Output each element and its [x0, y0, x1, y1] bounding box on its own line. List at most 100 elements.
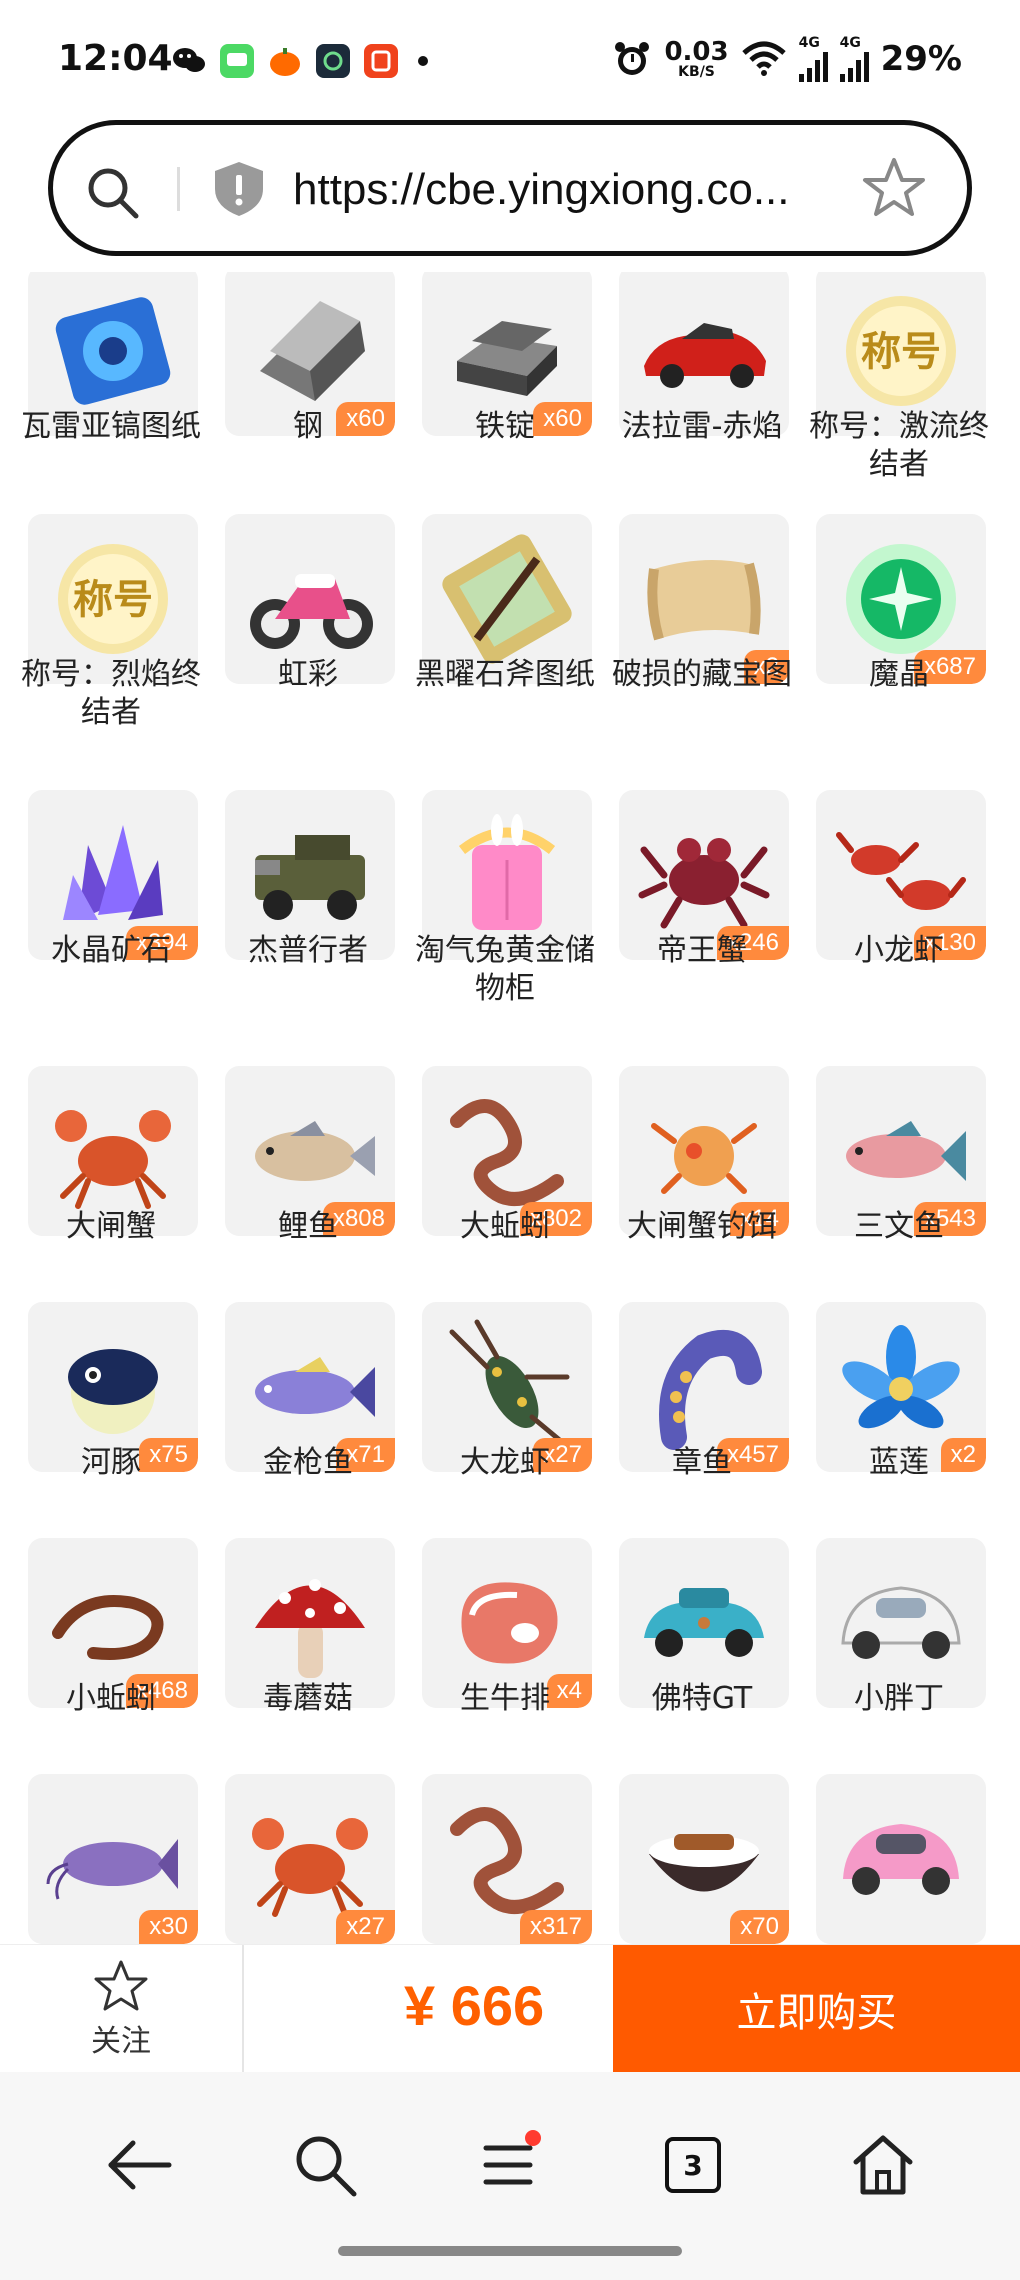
search-icon [296, 2136, 357, 2197]
item-name: 杰普行者 [248, 933, 368, 968]
item-thumbnail[interactable]: x70 [619, 1774, 789, 1944]
lobster-icon [449, 1319, 570, 1445]
title-badge-icon: 称号 [58, 544, 168, 654]
speed-unit: KB/S [678, 64, 715, 80]
item-name: 蓝莲 [869, 1445, 929, 1480]
mushroom-icon [255, 1579, 365, 1678]
menu-notification-dot [525, 2130, 541, 2146]
item-name: 黑曜石斧图纸 [415, 657, 595, 692]
status-right: 0.03 KB/S 4G 4G 29% [612, 36, 962, 82]
item-name: 金枪鱼 [263, 1445, 353, 1480]
back-arrow-icon [108, 2140, 172, 2190]
crayfish-icon [836, 832, 966, 910]
item-name: 帝王蟹 [657, 933, 747, 968]
item-name: 佛特GT [651, 1681, 753, 1716]
back-button[interactable] [94, 2120, 184, 2210]
quantity-badge: x27 [336, 1910, 395, 1944]
item-thumbnail[interactable]: x30 [28, 1774, 198, 1944]
magic-crystal-icon [846, 544, 956, 654]
item-name: 大闸蟹 [66, 1209, 156, 1244]
tuna-icon [255, 1357, 375, 1417]
iron-ingot-icon [457, 321, 557, 396]
home-indicator[interactable] [338, 2246, 682, 2256]
item-name: 生牛排 [460, 1681, 550, 1716]
item-name: 虹彩 [278, 657, 338, 692]
follow-button[interactable]: 关注 [0, 1945, 244, 2073]
wifi-icon [741, 41, 786, 76]
title-badge-icon: 称号 [846, 296, 956, 406]
network-type-2: 4G [839, 35, 861, 51]
alarm-icon [615, 42, 650, 75]
rusty-car-icon [644, 1588, 764, 1657]
bunny-cabinet-icon [458, 814, 556, 930]
item-name: 毒蘑菇 [263, 1681, 353, 1716]
item-name: 大闸蟹钓饵 [627, 1209, 777, 1244]
salmon-icon [846, 1121, 966, 1181]
item-name: 河豚 [81, 1445, 141, 1480]
item-name: 瓦雷亚镐图纸 [21, 409, 201, 444]
item-thumbnail[interactable] [816, 1774, 986, 1944]
blueprint-blue-icon [55, 297, 171, 405]
crab-icon [55, 1110, 171, 1209]
star-outline-icon [94, 1960, 148, 2011]
item-name: 水晶矿石 [51, 933, 171, 968]
buy-now-button[interactable]: 立即购买 [613, 1945, 1020, 2073]
speed-value: 0.03 [664, 37, 729, 67]
item-name: 淘气兔黄金储物柜 [415, 933, 595, 1006]
motorcycle-icon [250, 574, 373, 649]
carp-icon [255, 1121, 375, 1181]
follow-label: 关注 [91, 2024, 151, 2059]
bookmark-star-icon[interactable] [861, 155, 927, 221]
shield-app-icon [316, 44, 350, 78]
catfish-icon [46, 1839, 178, 1900]
network-speed: 0.03 KB/S [664, 39, 728, 79]
item-thumbnail[interactable]: x317 [422, 1774, 592, 1944]
shield-icon[interactable] [211, 159, 267, 219]
address-divider [177, 167, 180, 211]
worm-icon [450, 1099, 564, 1206]
tabs-button[interactable]: 3 [648, 2120, 738, 2210]
pumpkin-game-icon [268, 44, 302, 78]
pink-beetle-car-icon [843, 1824, 959, 1895]
quantity-badge: x317 [519, 1910, 592, 1944]
item-name: 魔晶 [869, 657, 929, 692]
steak-icon [461, 1582, 558, 1664]
search-button[interactable] [280, 2120, 370, 2210]
message-icon [220, 44, 254, 78]
item-name: 小蚯蚓 [66, 1681, 156, 1716]
url-text[interactable]: https://cbe.yingxiong.co... [293, 165, 790, 215]
crab-bait-icon [651, 1123, 757, 1194]
axe-blueprint-icon [442, 534, 572, 664]
pufferfish-icon [68, 1349, 158, 1434]
battery-level: 29% [880, 39, 962, 79]
purchase-bar: 关注 ¥ 666 立即购买 [0, 1944, 1020, 2073]
svg-text:称号: 称号 [73, 577, 153, 623]
item-thumbnail[interactable]: x27 [225, 1774, 395, 1944]
address-bar[interactable]: https://cbe.yingxiong.co... [48, 120, 972, 256]
item-name: 称号：激流终结者 [809, 409, 989, 482]
notification-icons [172, 44, 428, 78]
rice-bowl-icon [649, 1834, 759, 1892]
wechat-icon [172, 44, 206, 78]
item-name: 称号：烈焰终结者 [21, 657, 201, 730]
item-name: 破损的藏宝图 [612, 657, 792, 692]
svg-text:称号: 称号 [861, 329, 941, 375]
jeep-icon [255, 835, 365, 920]
home-button[interactable] [838, 2120, 928, 2210]
item-grid: 瓦雷亚镐图纸 x60 钢 x60 铁锭 法拉雷-赤焰 称号 称号：激流终结者 称号 称号：烈焰终结… [0, 272, 1020, 1944]
small-worm-icon [52, 1595, 164, 1660]
menu-button[interactable] [463, 2120, 553, 2210]
item-name: 大龙虾 [460, 1445, 550, 1480]
network-type-1: 4G [798, 35, 820, 51]
blue-lotus-icon [842, 1325, 960, 1429]
octopus-tentacle-icon [659, 1330, 762, 1450]
item-name: 钢 [293, 409, 323, 444]
search-icon[interactable] [83, 163, 143, 223]
red-sportscar-icon [644, 323, 766, 388]
signal-2: 4G [839, 35, 869, 82]
item-name: 章鱼 [672, 1445, 732, 1480]
status-bar: 12:04 0.03 KB/S 4G 4G 29% [0, 0, 1020, 120]
steel-bar-icon [260, 301, 365, 401]
more-notifications-dot [418, 56, 428, 66]
treasure-map-icon [647, 560, 761, 641]
